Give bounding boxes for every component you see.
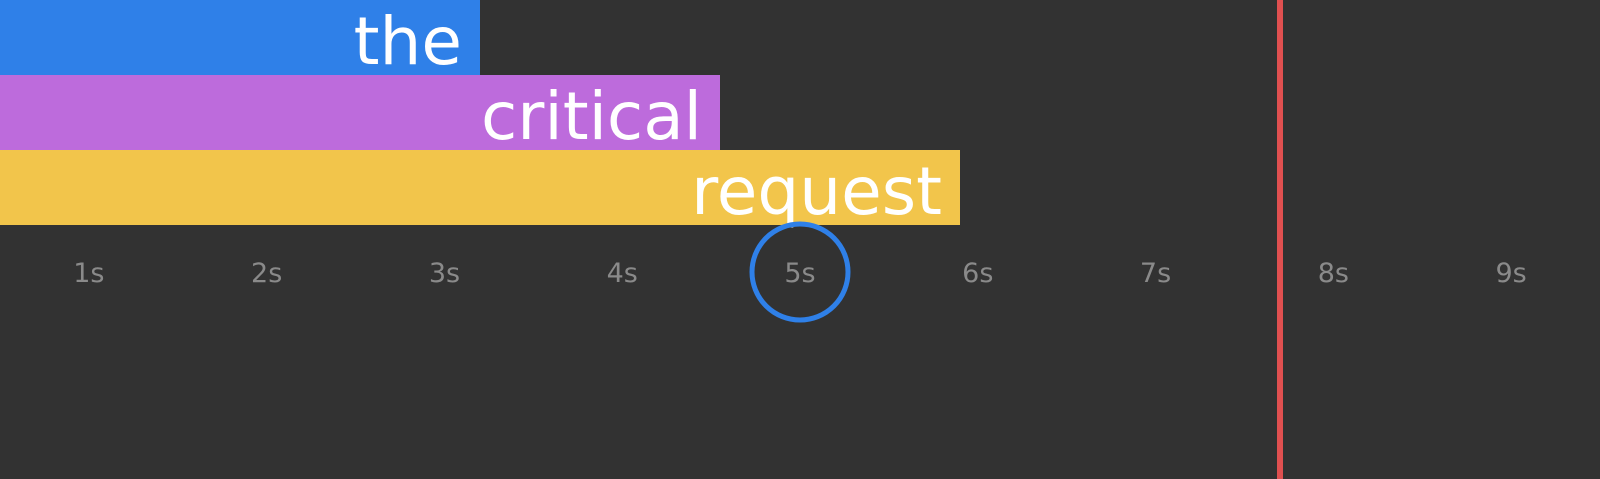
x-axis-ticks: 1s 2s 3s 4s 5s 6s 7s 8s 9s	[73, 258, 1526, 289]
bars-layer: thecriticalrequest	[0, 0, 960, 230]
tick-label-5s: 5s	[784, 258, 815, 289]
bar-label-the: the	[354, 3, 462, 80]
tick-label-6s: 6s	[962, 258, 993, 289]
marker-line	[1277, 0, 1283, 479]
tick-label-1s: 1s	[73, 258, 104, 289]
timeline-chart: the critical request 1s 2s 3s 4s 5s 6s 7s 8s 9s	[0, 0, 1600, 479]
tick-label-2s: 2s	[251, 258, 282, 289]
tick-label-7s: 7s	[1140, 258, 1171, 289]
tick-label-4s: 4s	[607, 258, 638, 289]
bar-label-request: request	[691, 153, 942, 230]
chart-svg: thecriticalrequest 1s 2s 3s 4s 5s 6s 7s 8s 9s	[0, 0, 1527, 479]
bar-label-critical: critical	[481, 78, 702, 155]
tick-label-3s: 3s	[429, 258, 460, 289]
tick-label-9s: 9s	[1495, 258, 1526, 289]
overlay-layer	[749, 0, 1283, 479]
tick-label-8s: 8s	[1318, 258, 1349, 289]
